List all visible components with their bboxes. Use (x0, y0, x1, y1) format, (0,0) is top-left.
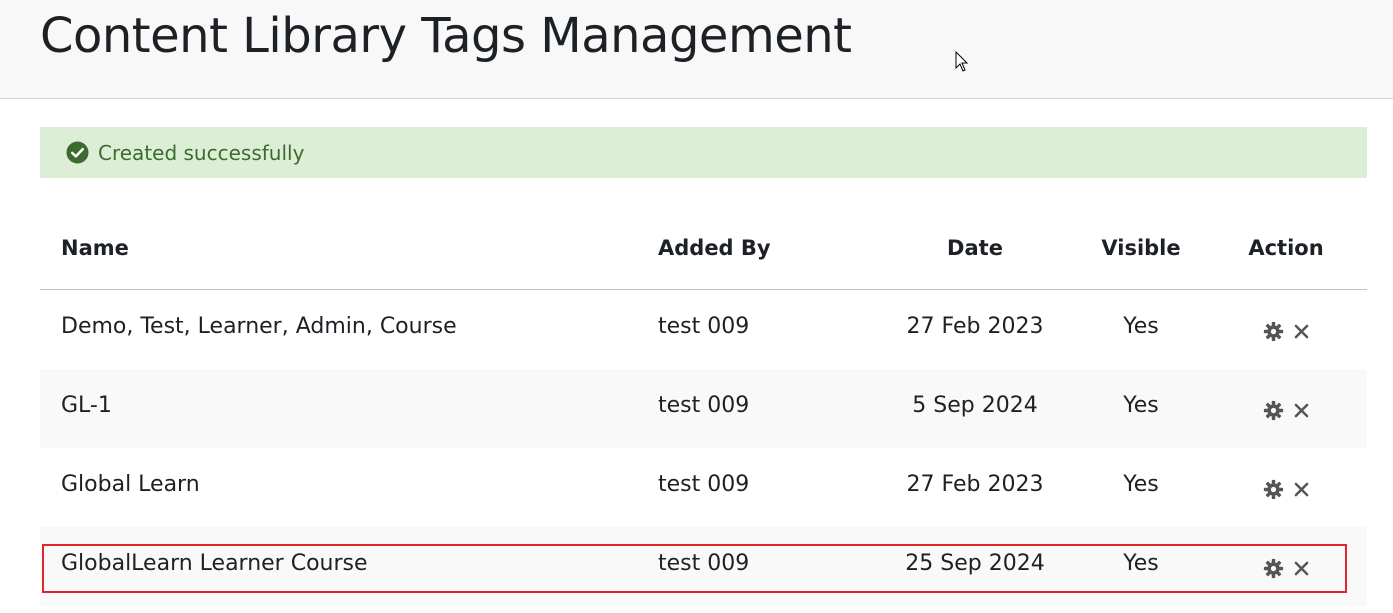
added-by: test 009 (658, 472, 750, 497)
added-by: test 009 (658, 393, 750, 418)
edit-button[interactable] (1262, 557, 1284, 579)
table-row: GlobalLearn Learner Course test 009 25 S… (40, 527, 1367, 606)
table-header: Name Added By Date Visible Action (40, 212, 1367, 290)
table-row: Global Learn test 009 27 Feb 2023 Yes (40, 448, 1367, 527)
tag-visible: Yes (1123, 551, 1159, 576)
added-by: test 009 (658, 551, 750, 576)
gear-icon (1263, 558, 1283, 578)
gear-icon (1263, 321, 1283, 341)
success-alert: Created successfully (40, 127, 1367, 178)
tag-date: 27 Feb 2023 (906, 472, 1044, 497)
row-actions (1262, 320, 1312, 342)
row-actions (1262, 557, 1312, 579)
gear-icon (1263, 400, 1283, 420)
close-icon (1294, 561, 1308, 575)
tag-name: GlobalLearn Learner Course (61, 551, 368, 576)
column-header-name[interactable]: Name (61, 236, 129, 260)
mouse-cursor-icon (955, 51, 969, 72)
column-header-date[interactable]: Date (875, 236, 1075, 260)
close-icon (1294, 482, 1308, 496)
tag-visible: Yes (1123, 472, 1159, 497)
tag-name: Demo, Test, Learner, Admin, Course (61, 314, 457, 339)
page-title: Content Library Tags Management (40, 8, 852, 64)
added-by: test 009 (658, 314, 750, 339)
tag-visible: Yes (1123, 393, 1159, 418)
alert-message: Created successfully (98, 140, 305, 165)
tag-date: 27 Feb 2023 (906, 314, 1044, 339)
column-header-action: Action (1248, 236, 1324, 260)
delete-button[interactable] (1290, 399, 1312, 421)
edit-button[interactable] (1262, 478, 1284, 500)
tag-date: 25 Sep 2024 (905, 551, 1045, 576)
tag-date: 5 Sep 2024 (912, 393, 1038, 418)
close-icon (1294, 403, 1308, 417)
tag-name: GL-1 (61, 393, 112, 418)
row-actions (1262, 399, 1312, 421)
close-icon (1294, 324, 1308, 338)
row-actions (1262, 478, 1312, 500)
edit-button[interactable] (1262, 320, 1284, 342)
delete-button[interactable] (1290, 557, 1312, 579)
table-row: GL-1 test 009 5 Sep 2024 Yes (40, 369, 1367, 448)
tag-name: Global Learn (61, 472, 200, 497)
gear-icon (1263, 479, 1283, 499)
tag-visible: Yes (1123, 314, 1159, 339)
check-circle-icon (66, 141, 89, 164)
delete-button[interactable] (1290, 320, 1312, 342)
edit-button[interactable] (1262, 399, 1284, 421)
delete-button[interactable] (1290, 478, 1312, 500)
tags-table: Name Added By Date Visible Action Demo, … (40, 212, 1367, 606)
column-header-added-by[interactable]: Added By (658, 236, 771, 260)
table-row: Demo, Test, Learner, Admin, Course test … (40, 290, 1367, 369)
column-header-visible: Visible (1101, 236, 1181, 260)
page-header: Content Library Tags Management (0, 0, 1393, 99)
